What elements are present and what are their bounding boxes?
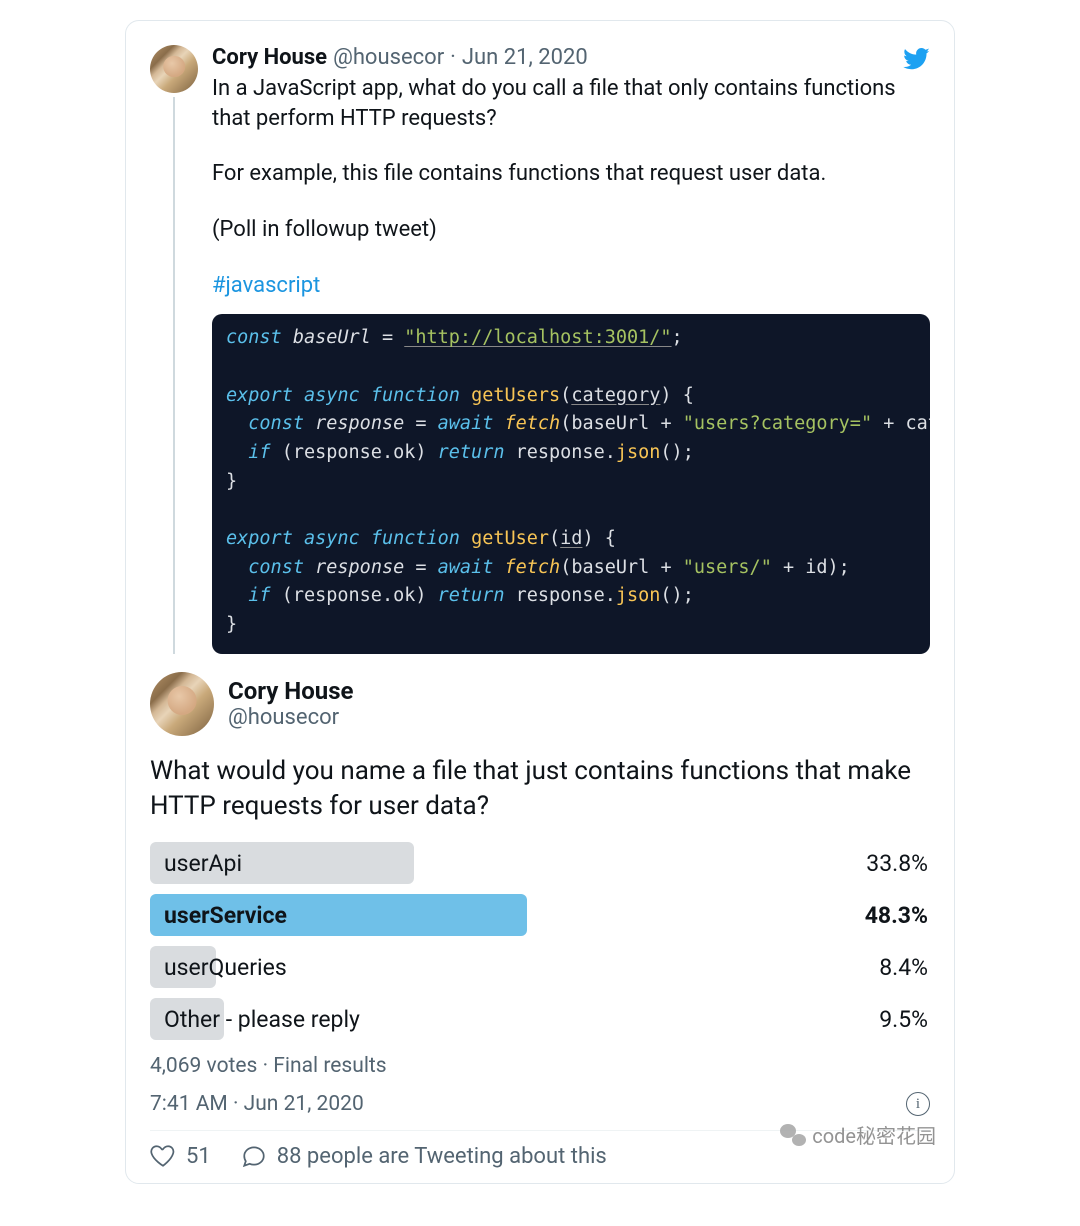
avatar[interactable] — [150, 672, 214, 736]
poll-option-pct: 8.4% — [879, 954, 930, 981]
poll-option-label: userApi — [150, 850, 242, 877]
author-handle[interactable]: @housecor — [228, 705, 354, 730]
poll-option-pct: 9.5% — [879, 1006, 930, 1033]
code-fn2: getUser — [471, 528, 549, 549]
tweet-text: What would you name a file that just con… — [150, 754, 930, 824]
reply-label: 88 people are Tweeting about this — [277, 1144, 607, 1169]
poll-option[interactable]: Other - please reply 9.5% — [150, 998, 930, 1040]
parent-tweet: Cory House @housecor · Jun 21, 2020 In a… — [150, 45, 930, 654]
poll-option[interactable]: userApi 33.8% — [150, 842, 930, 884]
tweet-date[interactable]: Jun 21, 2020 — [462, 45, 588, 70]
code-image[interactable]: const baseUrl = "http://localhost:3001/"… — [212, 314, 930, 653]
poll-option-pct: 33.8% — [866, 850, 930, 877]
poll-option-label: userQueries — [150, 954, 287, 981]
watermark: code秘密花园 — [780, 1120, 936, 1149]
like-count: 51 — [186, 1144, 211, 1169]
author-handle[interactable]: @housecor — [333, 45, 444, 70]
wechat-icon — [780, 1124, 806, 1146]
like-button[interactable]: 51 — [150, 1143, 211, 1169]
tweet-card: Cory House @housecor · Jun 21, 2020 In a… — [125, 20, 955, 1184]
poll-meta: 4,069 votes · Final results — [150, 1054, 930, 1078]
poll-option-label: userService — [150, 902, 287, 929]
poll-option-label: Other - please reply — [150, 1006, 360, 1033]
hashtag-link[interactable]: #javascript — [212, 273, 320, 298]
tweet-para: For example, this file contains function… — [212, 159, 930, 189]
author-name[interactable]: Cory House — [212, 45, 327, 70]
info-icon[interactable]: i — [906, 1092, 930, 1116]
reply-button[interactable]: 88 people are Tweeting about this — [241, 1143, 607, 1169]
separator-dot: · — [450, 45, 456, 70]
thread-line — [173, 97, 175, 654]
avatar-column — [150, 45, 198, 654]
reply-tweet: Cory House @housecor What would you name… — [150, 672, 930, 1175]
poll-option[interactable]: userService 48.3% — [150, 894, 930, 936]
tweet-text: In a JavaScript app, what do you call a … — [212, 74, 930, 300]
poll: userApi 33.8% userService 48.3% userQueries 8… — [150, 842, 930, 1040]
tweet-para: (Poll in followup tweet) — [212, 215, 930, 245]
timestamp[interactable]: 7:41 AM · Jun 21, 2020 — [150, 1092, 364, 1116]
avatar[interactable] — [150, 45, 198, 93]
twitter-icon[interactable] — [902, 45, 930, 77]
code-fn1: getUsers — [471, 385, 560, 406]
code-baseurl: "http://localhost:3001/" — [404, 327, 671, 348]
tweet-para: In a JavaScript app, what do you call a … — [212, 74, 930, 133]
watermark-text: code秘密花园 — [812, 1120, 936, 1149]
poll-option[interactable]: userQueries 8.4% — [150, 946, 930, 988]
author-name[interactable]: Cory House — [228, 677, 354, 705]
reply-header[interactable]: Cory House @housecor — [150, 672, 930, 736]
author-row[interactable]: Cory House @housecor · Jun 21, 2020 — [212, 45, 930, 70]
poll-option-pct: 48.3% — [865, 902, 930, 929]
